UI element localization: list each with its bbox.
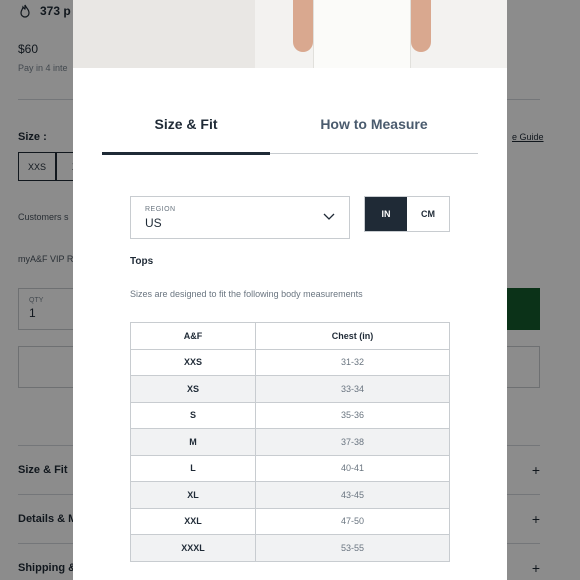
modal-tabs: Size & Fit How to Measure — [102, 116, 478, 155]
table-row: XL 43-45 — [130, 481, 450, 509]
unit-toggle: IN CM — [364, 196, 450, 232]
size-cell: XXXL — [130, 534, 256, 562]
size-cell: XS — [130, 375, 256, 403]
section-description: Sizes are designed to fit the following … — [130, 289, 363, 299]
unit-cm-button[interactable]: CM — [407, 197, 449, 231]
size-cell: M — [130, 428, 256, 456]
tab-how-to-measure[interactable]: How to Measure — [270, 116, 478, 154]
measurement-cell: 33-34 — [255, 375, 450, 403]
table-row: XXXL 53-55 — [130, 534, 450, 562]
section-heading: Tops — [130, 256, 154, 267]
size-table: A&F Chest (in) XXS 31-32 XS 33-34 S 35-3… — [130, 322, 450, 562]
table-row: XS 33-34 — [130, 375, 450, 403]
size-cell: XXL — [130, 507, 256, 535]
measurement-cell: 47-50 — [255, 507, 450, 535]
table-row: L 40-41 — [130, 454, 450, 482]
product-image — [73, 0, 507, 68]
region-select[interactable]: REGION US — [130, 196, 350, 239]
region-label: REGION — [145, 206, 176, 213]
table-header-row: A&F Chest (in) — [130, 322, 450, 350]
tab-size-fit[interactable]: Size & Fit — [102, 116, 270, 154]
measurement-cell: 37-38 — [255, 428, 450, 456]
measurement-cell: 31-32 — [255, 348, 450, 376]
size-cell: S — [130, 401, 256, 429]
measurement-cell: 53-55 — [255, 534, 450, 562]
table-row: XXS 31-32 — [130, 348, 450, 376]
column-header: Chest (in) — [255, 322, 450, 350]
size-chart-modal: Size & Fit How to Measure REGION US IN C… — [73, 0, 507, 580]
size-cell: XXS — [130, 348, 256, 376]
column-header: A&F — [130, 322, 256, 350]
chevron-down-icon — [323, 213, 335, 220]
unit-in-button[interactable]: IN — [365, 197, 407, 231]
measurement-cell: 40-41 — [255, 454, 450, 482]
size-cell: XL — [130, 481, 256, 509]
measurement-cell: 43-45 — [255, 481, 450, 509]
size-cell: L — [130, 454, 256, 482]
measurement-cell: 35-36 — [255, 401, 450, 429]
region-value: US — [145, 216, 162, 230]
active-tab-indicator — [102, 152, 270, 155]
table-row: M 37-38 — [130, 428, 450, 456]
table-row: S 35-36 — [130, 401, 450, 429]
table-row: XXL 47-50 — [130, 507, 450, 535]
